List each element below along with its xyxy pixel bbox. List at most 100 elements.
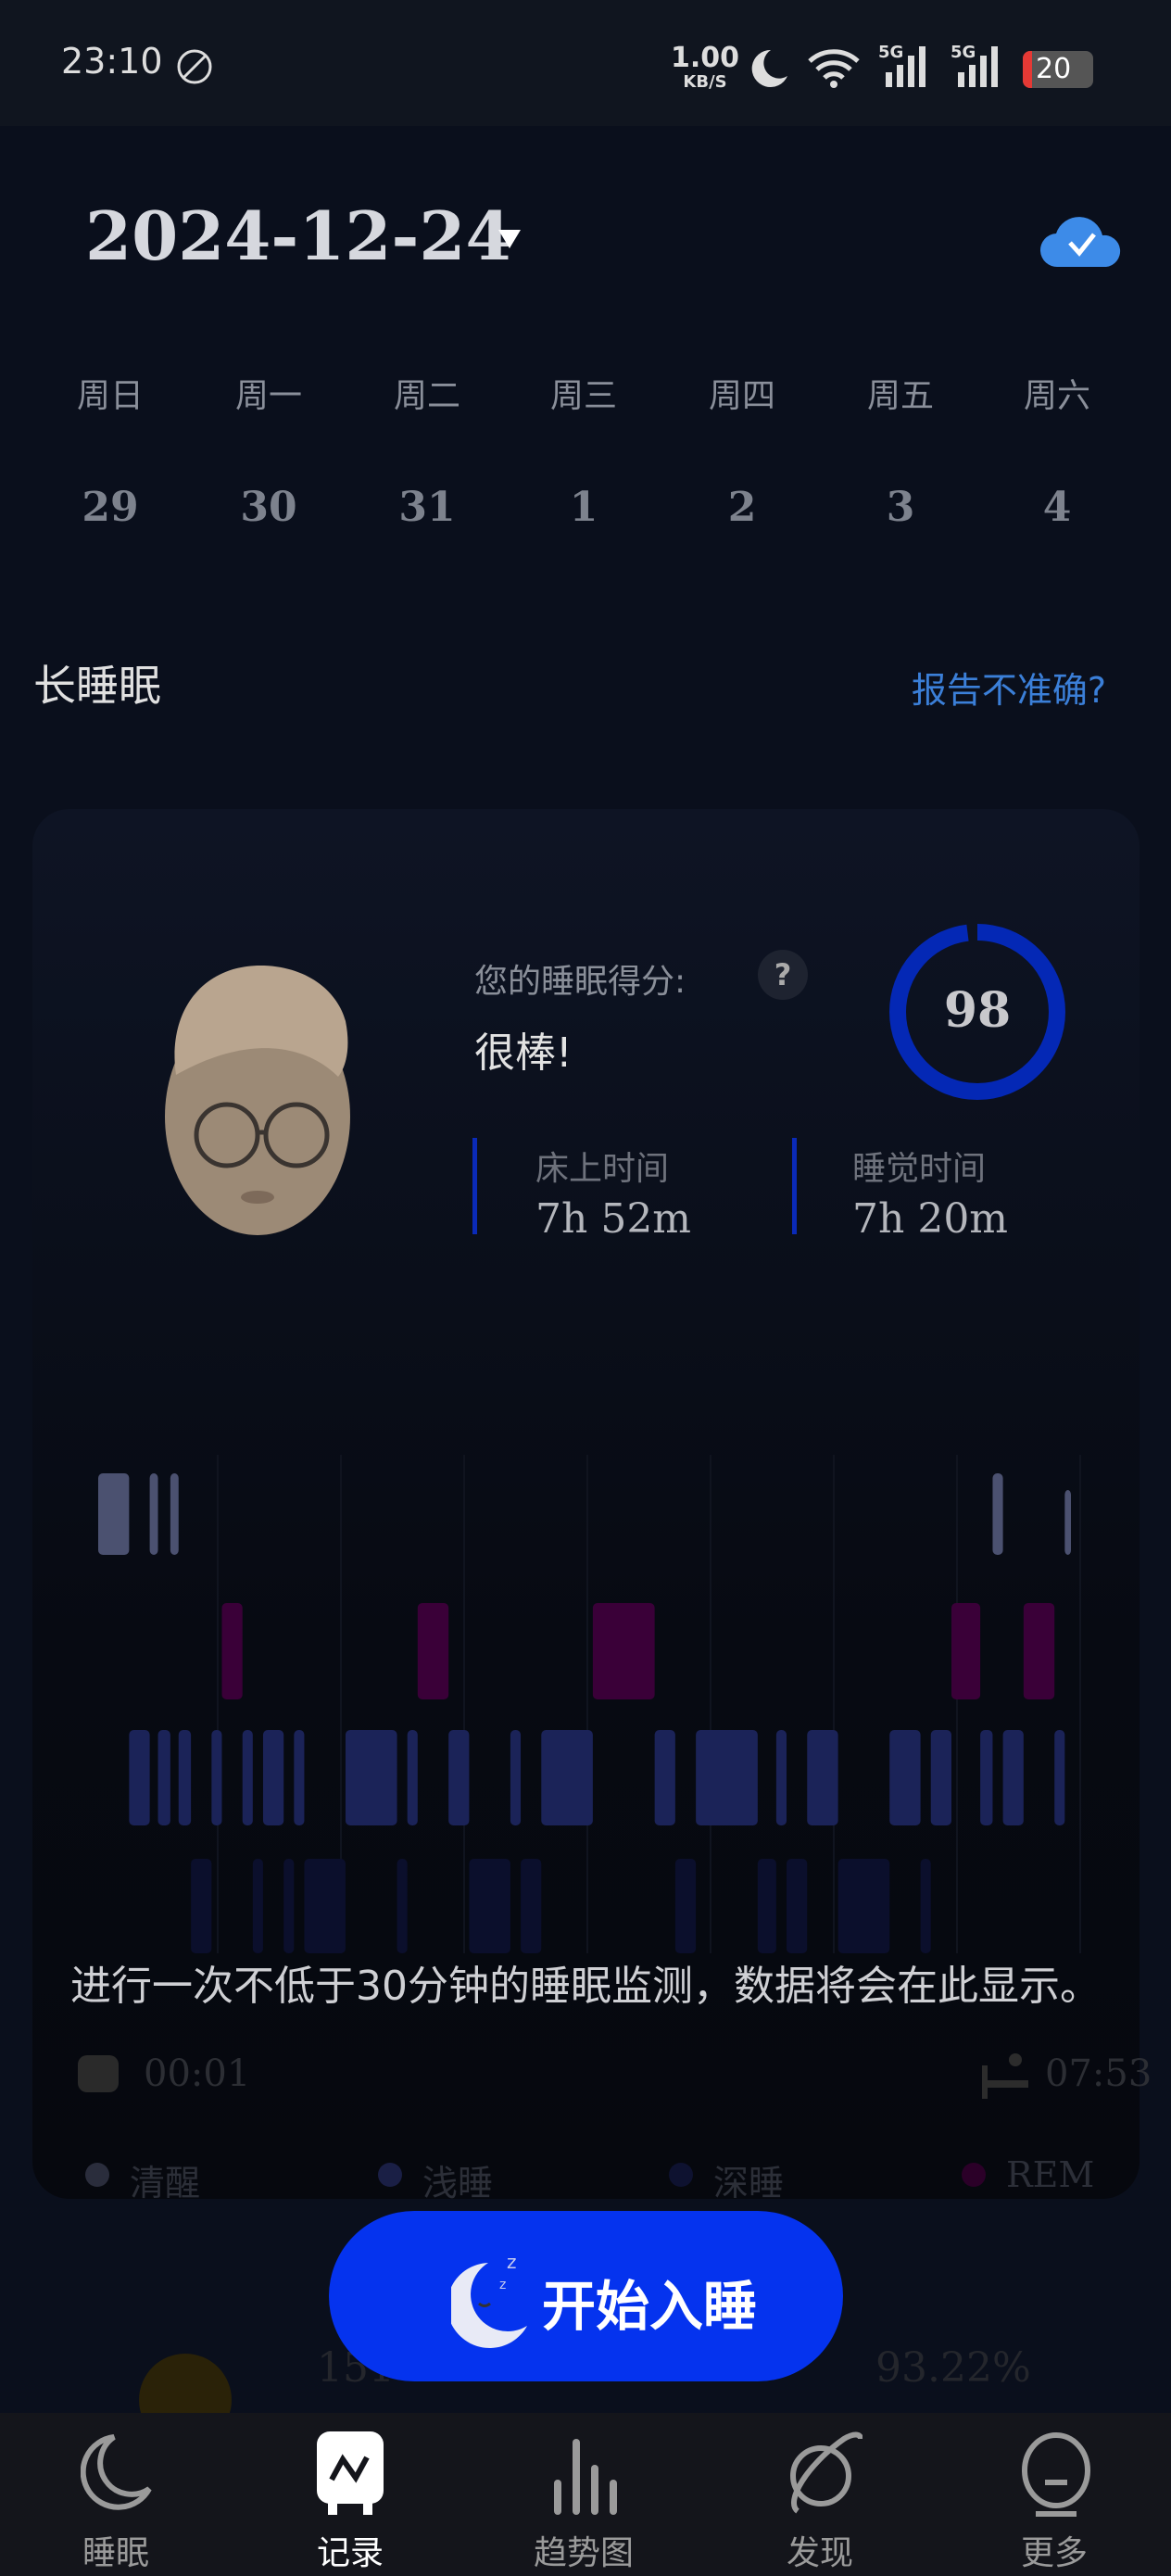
record-icon	[317, 2431, 384, 2515]
clock: 23:10	[61, 41, 163, 82]
segment-awake	[149, 1473, 158, 1555]
legend-label: REM	[1006, 2154, 1095, 2195]
segment-awake	[170, 1473, 179, 1555]
segment-rem	[592, 1603, 655, 1699]
nav-trends[interactable]: 趋势图	[491, 2413, 676, 2576]
segment-deep	[757, 1859, 776, 1953]
segment-light	[541, 1730, 593, 1825]
segment-light	[807, 1730, 838, 1825]
start-sleep-button[interactable]: zz 开始入睡	[329, 2211, 843, 2381]
bottom-nav: 睡眠 记录 趋势图 发现 更多	[0, 2413, 1171, 2576]
signal-icon	[886, 46, 925, 87]
date-cell[interactable]: 30	[190, 484, 347, 531]
weekday-label: 周四	[708, 377, 775, 415]
segment-light	[1054, 1730, 1065, 1825]
legend-dot-light	[378, 2163, 402, 2187]
segment-light	[345, 1730, 397, 1825]
date-cell[interactable]: 3	[822, 484, 979, 531]
sleeping-moon-icon: zz	[451, 2251, 527, 2348]
start-sleep-label: 开始入睡	[542, 2275, 758, 2338]
rating: 很棒!	[474, 1029, 573, 1077]
net-speed: 1.00	[671, 42, 740, 74]
segment-light	[654, 1730, 675, 1825]
nav-record[interactable]: 记录	[258, 2413, 443, 2576]
divider	[472, 1138, 477, 1234]
moon-icon	[751, 49, 787, 87]
date-cell[interactable]: 2	[663, 484, 821, 531]
status-bar: 23:10 1.00 KB/S 5G 5G 20	[0, 0, 1171, 126]
signal-icon	[958, 46, 998, 87]
wifi-icon	[808, 49, 860, 88]
bed-time-value: 7h 52m	[535, 1195, 692, 1243]
date-cell[interactable]: 1	[505, 484, 662, 531]
divider	[792, 1138, 797, 1234]
weekday-label: 周五	[866, 377, 934, 415]
cloud-check-icon[interactable]	[1039, 208, 1123, 269]
segment-light	[242, 1730, 253, 1825]
segment-deep	[920, 1859, 931, 1953]
segment-rem	[951, 1603, 981, 1699]
segment-awake	[98, 1473, 130, 1555]
bed-time-label: 床上时间	[535, 1150, 670, 1188]
score-label: 您的睡眠得分:	[474, 963, 686, 1001]
segment-deep	[397, 1859, 408, 1953]
planet-icon	[790, 2431, 863, 2514]
legend-label: 浅睡	[422, 2163, 494, 2203]
segment-deep	[521, 1859, 542, 1953]
segment-light	[407, 1730, 418, 1825]
segment-light	[129, 1730, 150, 1825]
weekday-label: 周二	[393, 377, 460, 415]
nav-label: 睡眠	[82, 2534, 149, 2572]
empty-message: 进行一次不低于30分钟的睡眠监测，数据将会在此显示。	[70, 1963, 1101, 2010]
weekday-label: 周日	[76, 377, 144, 415]
robot-icon	[1022, 2432, 1090, 2517]
nav-label: 发现	[786, 2534, 853, 2572]
segment-light	[510, 1730, 522, 1825]
date-cell[interactable]: 31	[348, 484, 506, 531]
segment-light	[930, 1730, 951, 1825]
segment-light	[1002, 1730, 1024, 1825]
bar-chart-icon	[554, 2439, 617, 2515]
triangle-down-icon[interactable]	[497, 228, 523, 250]
help-button[interactable]: ?	[758, 950, 808, 1000]
stat-value: 93.22%	[875, 2344, 1031, 2392]
segment-rem	[417, 1603, 449, 1699]
segment-deep	[674, 1859, 697, 1953]
nav-sleep[interactable]: 睡眠	[23, 2413, 208, 2576]
segment-rem	[221, 1603, 243, 1699]
segment-light	[262, 1730, 284, 1825]
segment-light	[178, 1730, 192, 1825]
segment-deep	[469, 1859, 510, 1953]
segment-deep	[252, 1859, 263, 1953]
nav-label: 记录	[316, 2534, 384, 2572]
date-cell[interactable]: 4	[978, 484, 1136, 531]
nav-discover[interactable]: 发现	[727, 2413, 913, 2576]
nav-more[interactable]: 更多	[962, 2413, 1147, 2576]
date-selector[interactable]: 2024-12-24	[85, 196, 512, 275]
segment-light	[211, 1730, 222, 1825]
wake-up-icon	[982, 2053, 1028, 2099]
avatar	[165, 965, 350, 1235]
segment-deep	[837, 1859, 890, 1953]
weekday-label: 周三	[549, 377, 617, 415]
segment-deep	[304, 1859, 346, 1953]
chart-end-time: 07:53	[1045, 2052, 1152, 2095]
weekday-label: 周六	[1023, 377, 1090, 415]
segment-awake	[1064, 1490, 1071, 1555]
segment-light	[696, 1730, 758, 1825]
section-title: 长睡眠	[33, 661, 161, 711]
nav-label: 更多	[1020, 2534, 1088, 2572]
report-inaccurate-link[interactable]: 报告不准确?	[912, 662, 1106, 713]
date-cell[interactable]: 29	[31, 484, 189, 531]
segment-deep	[787, 1859, 808, 1953]
segment-deep	[191, 1859, 212, 1953]
segment-light	[448, 1730, 470, 1825]
legend-dot-deep	[669, 2163, 693, 2187]
segment-awake	[992, 1473, 1003, 1555]
segment-deep	[283, 1859, 295, 1953]
battery-icon: 20	[1023, 51, 1093, 88]
legend-dot-rem	[962, 2163, 986, 2187]
score-value: 98	[943, 982, 1012, 1039]
segment-light	[889, 1730, 921, 1825]
ad-block-icon	[177, 49, 212, 84]
